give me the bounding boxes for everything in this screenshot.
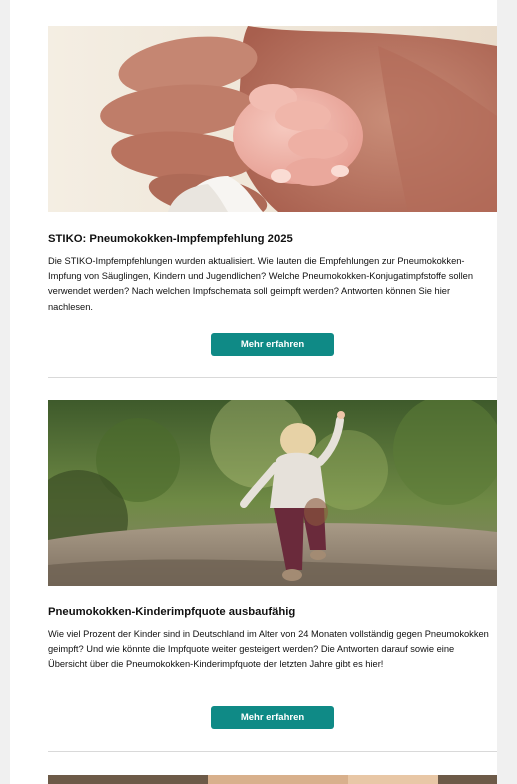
mehr-erfahren-button[interactable]: Mehr erfahren	[211, 333, 334, 356]
article-image-toddler-forest[interactable]	[48, 400, 497, 586]
article-title: STIKO: Pneumokokken-Impfempfehlung 2025	[48, 233, 293, 245]
article-body: Wie viel Prozent der Kinder sind in Deut…	[48, 629, 489, 670]
next-article-photo	[48, 775, 497, 784]
article-image-baby-hand[interactable]	[48, 26, 497, 212]
article-stiko: STIKO: Pneumokokken-Impfempfehlung 2025 …	[48, 26, 497, 378]
article-image-next[interactable]	[48, 773, 497, 784]
article-body: Die STIKO-Impfempfehlungen wurden aktual…	[48, 256, 474, 312]
newsletter-panel: STIKO: Pneumokokken-Impfempfehlung 2025 …	[10, 0, 497, 784]
article-title: Pneumokokken-Kinderimpfquote ausbaufähig	[48, 606, 296, 618]
page-gutter-right	[497, 0, 517, 784]
toddler-forest-photo	[48, 400, 497, 586]
page-gutter-left	[0, 0, 10, 784]
baby-hand-photo	[48, 26, 497, 212]
mehr-erfahren-button[interactable]: Mehr erfahren	[211, 706, 334, 729]
section-divider	[48, 751, 497, 752]
article-kinderimpfquote: Pneumokokken-Kinderimpfquote ausbaufähig…	[48, 400, 497, 752]
section-divider	[48, 377, 497, 378]
